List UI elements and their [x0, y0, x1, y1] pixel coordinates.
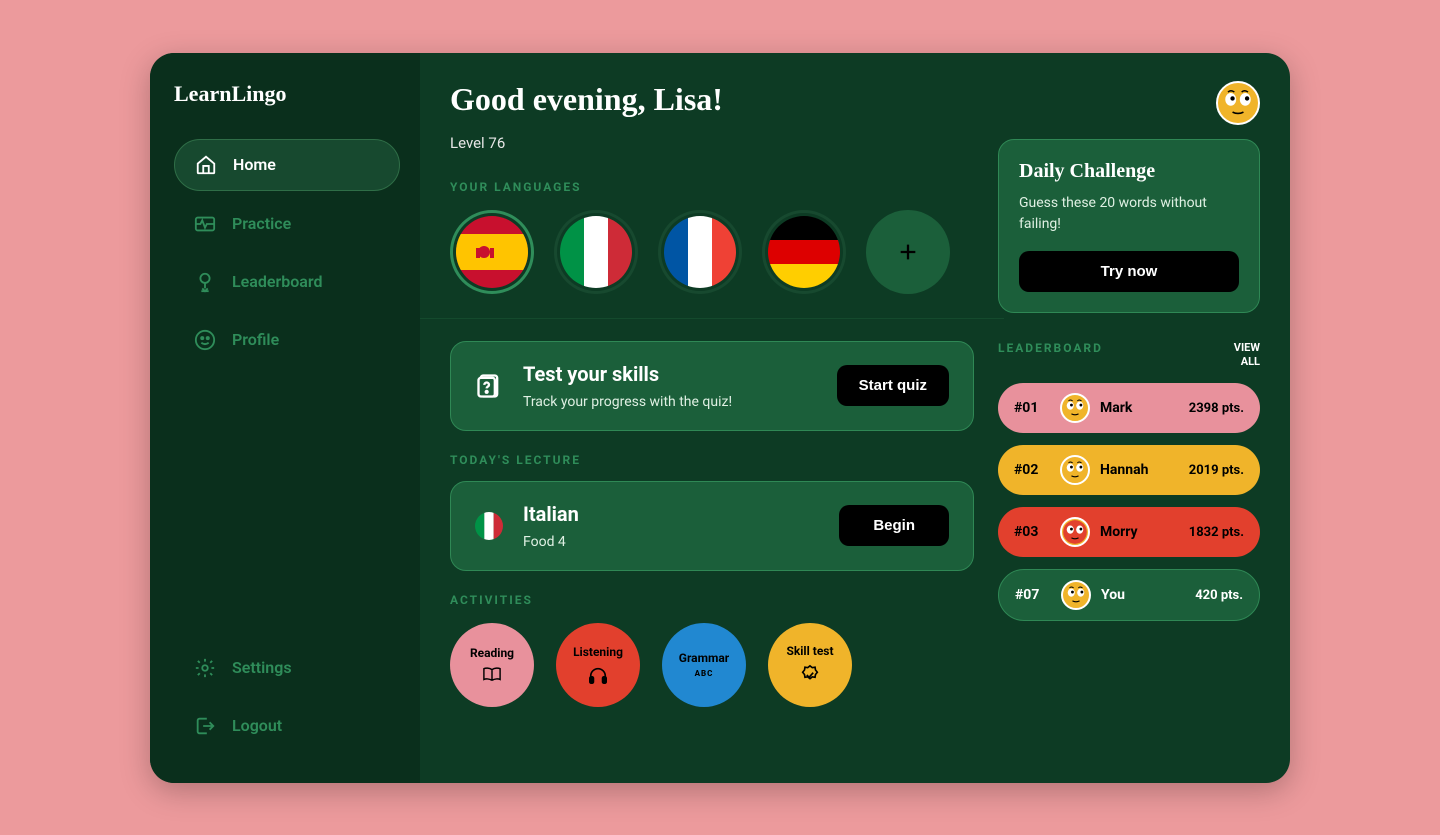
badge-check-icon: [799, 664, 821, 686]
leaderboard-name: Mark: [1100, 400, 1179, 416]
leaderboard-name: Hannah: [1100, 462, 1179, 478]
leaderboard-label: LEADERBOARD: [998, 341, 1103, 355]
lecture-card: Italian Food 4 Begin: [450, 481, 974, 571]
book-icon: [481, 666, 503, 684]
activities-label: ACTIVITIES: [450, 593, 974, 607]
try-now-button[interactable]: Try now: [1019, 251, 1239, 292]
abc-icon: ABC: [695, 669, 714, 678]
sidebar-item-profile[interactable]: Profile: [174, 315, 400, 365]
leaderboard-list: #01 Mark 2398 pts. #02 Hannah 2019 pts. …: [998, 383, 1260, 621]
test-skills-subtitle: Track your progress with the quiz!: [523, 394, 817, 410]
profile-icon: [194, 329, 216, 351]
activity-label: Grammar: [679, 651, 729, 665]
germany-flag-icon: [768, 216, 840, 288]
sidebar-item-label: Home: [233, 155, 276, 174]
daily-challenge-card: Daily Challenge Guess these 20 words wit…: [998, 139, 1260, 313]
sidebar-item-settings[interactable]: Settings: [174, 643, 400, 693]
app-logo: LearnLingo: [174, 81, 400, 107]
leaderboard-points: 2398 pts.: [1189, 401, 1244, 416]
sidebar-item-practice[interactable]: Practice: [174, 199, 400, 249]
language-flag-germany[interactable]: [762, 210, 846, 294]
headphones-icon: [587, 665, 609, 685]
avatar-icon: [1060, 517, 1090, 547]
leaderboard-name: You: [1101, 587, 1185, 603]
start-quiz-button[interactable]: Start quiz: [837, 365, 949, 406]
spain-flag-icon: [456, 216, 528, 288]
sidebar-item-label: Profile: [232, 330, 279, 349]
home-icon: [195, 154, 217, 176]
leaderboard-view-all[interactable]: VIEWALL: [1234, 341, 1260, 370]
test-skills-title: Test your skills: [523, 362, 817, 386]
leaderboard-row[interactable]: #01 Mark 2398 pts.: [998, 383, 1260, 433]
activity-listening[interactable]: Listening: [556, 623, 640, 707]
avatar-icon: [1061, 580, 1091, 610]
sidebar-bottom: Settings Logout: [174, 643, 400, 759]
activity-label: Listening: [573, 645, 623, 659]
leaderboard-header: LEADERBOARD VIEWALL: [998, 341, 1260, 370]
italy-flag-icon: [560, 216, 632, 288]
add-language-button[interactable]: [866, 210, 950, 294]
lecture-language: Italian: [523, 502, 819, 526]
leaderboard-rank: #07: [1015, 587, 1051, 603]
app-window: LearnLingo Home Practice Leaderboard: [150, 53, 1290, 783]
leaderboard-points: 1832 pts.: [1189, 525, 1244, 540]
lecture-flag-italy-icon: [475, 512, 503, 540]
plus-icon: [897, 241, 919, 263]
main-right-column: Daily Challenge Guess these 20 words wit…: [998, 81, 1260, 759]
leaderboard-rank: #01: [1014, 400, 1050, 416]
activity-grammar[interactable]: Grammar ABC: [662, 623, 746, 707]
activity-label: Skill test: [786, 644, 833, 658]
avatar-icon: [1060, 455, 1090, 485]
avatar-icon: [1060, 393, 1090, 423]
page-greeting: Good evening, Lisa!: [450, 81, 974, 118]
leaderboard-points: 2019 pts.: [1189, 463, 1244, 478]
quiz-icon: [475, 372, 503, 400]
sidebar-item-label: Leaderboard: [232, 272, 323, 291]
leaderboard-points: 420 pts.: [1195, 588, 1243, 603]
activities-list: Reading Listening Grammar ABC Skill test: [450, 623, 974, 707]
logout-icon: [194, 715, 216, 737]
sidebar-item-label: Logout: [232, 716, 282, 735]
languages-label: YOUR LANGUAGES: [450, 180, 974, 194]
sidebar-nav: Home Practice Leaderboard Profile: [174, 139, 400, 643]
user-avatar[interactable]: [1216, 81, 1260, 125]
leaderboard-name: Morry: [1100, 524, 1179, 540]
test-skills-card: Test your skills Track your progress wit…: [450, 341, 974, 431]
language-list: [450, 210, 974, 294]
user-level: Level 76: [450, 134, 974, 152]
activity-skilltest[interactable]: Skill test: [768, 623, 852, 707]
activity-reading[interactable]: Reading: [450, 623, 534, 707]
gear-icon: [194, 657, 216, 679]
lecture-label: TODAY'S LECTURE: [450, 453, 974, 467]
sidebar-item-label: Settings: [232, 658, 292, 677]
divider: [420, 318, 1004, 319]
language-flag-france[interactable]: [658, 210, 742, 294]
language-flag-spain[interactable]: [450, 210, 534, 294]
main-content: Good evening, Lisa! Level 76 YOUR LANGUA…: [420, 53, 1290, 783]
main-left-column: Good evening, Lisa! Level 76 YOUR LANGUA…: [450, 81, 974, 759]
sidebar-item-label: Practice: [232, 214, 291, 233]
practice-icon: [194, 213, 216, 235]
daily-challenge-desc: Guess these 20 words without failing!: [1019, 193, 1239, 235]
lecture-lesson: Food 4: [523, 534, 819, 550]
sidebar-item-home[interactable]: Home: [174, 139, 400, 191]
leaderboard-rank: #02: [1014, 462, 1050, 478]
trophy-icon: [194, 271, 216, 293]
language-flag-italy[interactable]: [554, 210, 638, 294]
sidebar: LearnLingo Home Practice Leaderboard: [150, 53, 420, 783]
activity-label: Reading: [470, 646, 514, 660]
leaderboard-rank: #03: [1014, 524, 1050, 540]
france-flag-icon: [664, 216, 736, 288]
daily-challenge-title: Daily Challenge: [1019, 160, 1239, 183]
sidebar-item-logout[interactable]: Logout: [174, 701, 400, 751]
leaderboard-row[interactable]: #02 Hannah 2019 pts.: [998, 445, 1260, 495]
sidebar-item-leaderboard[interactable]: Leaderboard: [174, 257, 400, 307]
leaderboard-row-self[interactable]: #07 You 420 pts.: [998, 569, 1260, 621]
leaderboard-row[interactable]: #03 Morry 1832 pts.: [998, 507, 1260, 557]
begin-lecture-button[interactable]: Begin: [839, 505, 949, 546]
